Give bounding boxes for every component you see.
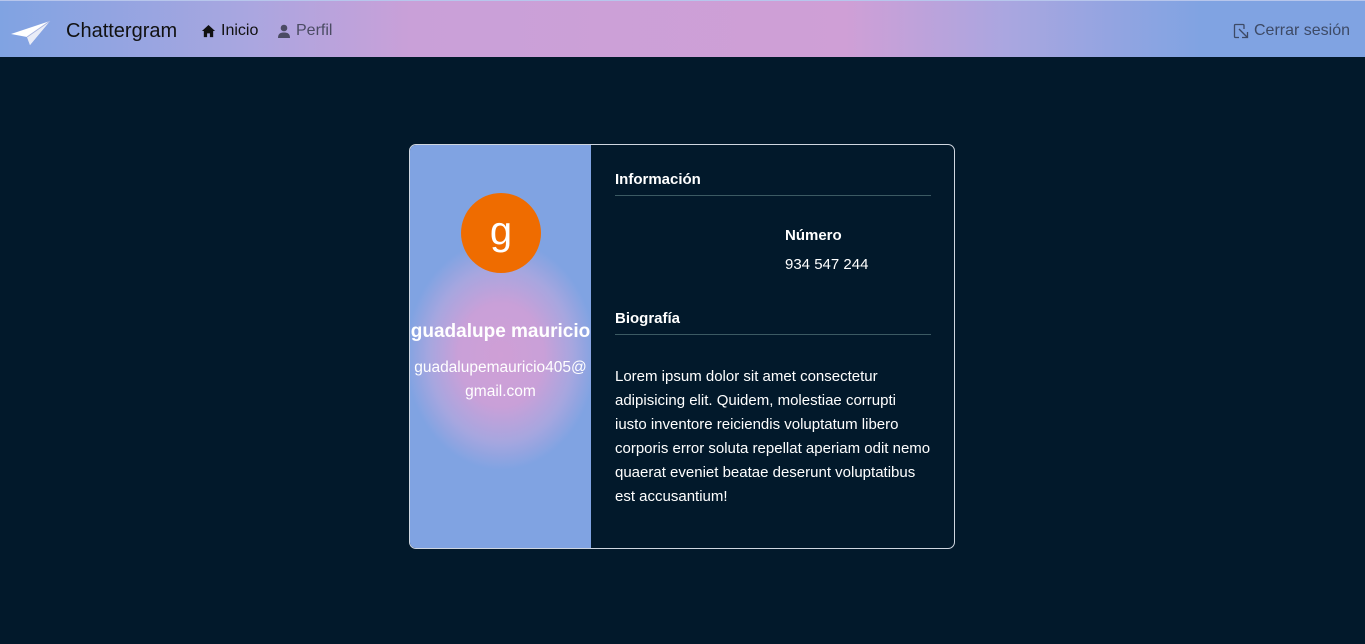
bio-section-title: Biografía — [615, 310, 931, 335]
brand-name[interactable]: Chattergram — [66, 19, 177, 43]
user-email: guadalupemauricio405@ gmail.com — [410, 356, 591, 404]
nav-link-inicio[interactable]: Inicio — [201, 20, 258, 42]
logout-label: Cerrar sesión — [1254, 22, 1351, 39]
logout-link[interactable]: Cerrar sesión — [1233, 20, 1350, 42]
paper-plane-icon[interactable] — [10, 19, 52, 47]
number-value: 934 547 244 — [785, 256, 869, 273]
number-label: Número — [785, 227, 842, 244]
user-email-line: gmail.com — [465, 383, 536, 400]
profile-card: g guadalupe mauricio guadalupemauricio40… — [409, 144, 955, 549]
nav-link-perfil[interactable]: Perfil — [277, 20, 332, 42]
profile-summary-panel: g guadalupe mauricio guadalupemauricio40… — [410, 145, 591, 548]
user-icon — [278, 24, 290, 38]
nav-link-label: Perfil — [296, 22, 333, 39]
user-email-line: guadalupemauricio405@ — [414, 359, 587, 376]
user-name: guadalupe mauricio — [410, 321, 591, 342]
info-section-title: Información — [615, 171, 931, 196]
bio-text: Lorem ipsum dolor sit amet consectetur a… — [615, 368, 931, 505]
profile-details-panel: Información Número 934 547 244 Biografía… — [615, 145, 931, 548]
nav-link-label: Inicio — [221, 22, 259, 39]
avatar: g — [461, 193, 541, 273]
top-navbar: Chattergram Inicio Perfil Cerrar sesión — [0, 0, 1365, 57]
logout-icon — [1233, 23, 1249, 38]
home-icon — [201, 24, 216, 37]
